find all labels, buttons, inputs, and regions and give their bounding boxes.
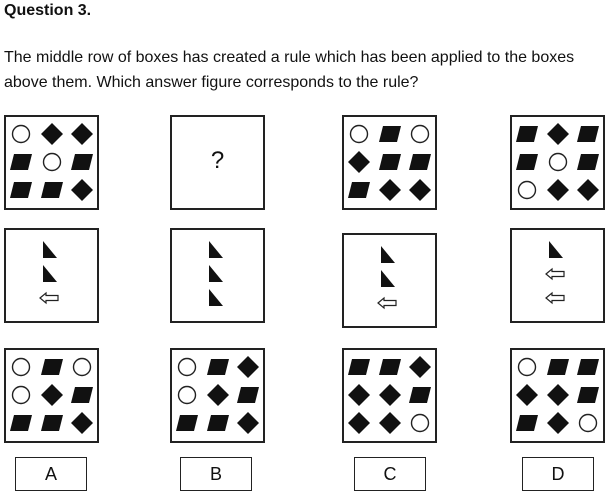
circle-icon — [548, 152, 568, 172]
square-icon — [71, 387, 93, 403]
diamond-icon — [41, 123, 63, 145]
middle-box-2 — [170, 228, 265, 323]
circle-icon — [177, 385, 197, 405]
circle-icon — [517, 180, 537, 200]
circle-icon — [11, 357, 31, 377]
square-icon — [176, 415, 198, 431]
top-box-4 — [510, 115, 605, 210]
square-icon — [10, 415, 32, 431]
diamond-icon — [547, 412, 569, 434]
diamond-icon — [348, 384, 370, 406]
square-icon — [516, 154, 538, 170]
square-icon — [379, 154, 401, 170]
option-d-label[interactable]: D — [522, 457, 594, 491]
diamond-icon — [409, 179, 431, 201]
square-icon — [409, 387, 431, 403]
diamond-icon — [547, 123, 569, 145]
square-icon — [379, 126, 401, 142]
square-icon — [237, 387, 259, 403]
question-mark: ? — [210, 147, 225, 174]
circle-icon — [517, 357, 537, 377]
middle-box-1 — [4, 228, 99, 323]
square-icon — [577, 154, 599, 170]
top-box-3 — [342, 115, 437, 210]
square-icon — [348, 359, 370, 375]
square-icon — [71, 154, 93, 170]
black-triangle-icon — [549, 241, 563, 258]
square-icon — [379, 359, 401, 375]
black-triangle-icon — [209, 241, 223, 258]
circle-icon — [72, 357, 92, 377]
circle-icon — [578, 413, 598, 433]
square-icon — [516, 126, 538, 142]
diamond-icon — [71, 179, 93, 201]
black-triangle-icon — [43, 265, 57, 282]
diamond-icon — [379, 412, 401, 434]
diamond-icon — [348, 151, 370, 173]
square-icon — [10, 182, 32, 198]
diamond-icon — [547, 179, 569, 201]
option-a-figure[interactable] — [4, 348, 99, 443]
diamond-icon — [409, 356, 431, 378]
square-icon — [577, 359, 599, 375]
circle-icon — [42, 152, 62, 172]
diamond-icon — [71, 412, 93, 434]
circle-icon — [349, 124, 369, 144]
option-d-figure[interactable] — [510, 348, 605, 443]
square-icon — [41, 359, 63, 375]
square-icon — [348, 182, 370, 198]
left-arrow-icon — [545, 291, 565, 305]
black-triangle-icon — [43, 241, 57, 258]
circle-icon — [410, 413, 430, 433]
diamond-icon — [207, 384, 229, 406]
question-title: Question 3. — [4, 2, 92, 19]
black-triangle-icon — [381, 270, 395, 287]
circle-icon — [11, 124, 31, 144]
diamond-icon — [237, 356, 259, 378]
option-b-figure[interactable] — [170, 348, 265, 443]
middle-box-3 — [342, 233, 437, 328]
diamond-icon — [547, 384, 569, 406]
diamond-icon — [516, 384, 538, 406]
top-box-2-unknown: ? — [170, 115, 265, 210]
option-c-figure[interactable] — [342, 348, 437, 443]
square-icon — [10, 154, 32, 170]
top-box-1 — [4, 115, 99, 210]
square-icon — [41, 415, 63, 431]
left-arrow-icon — [377, 296, 397, 310]
square-icon — [409, 154, 431, 170]
circle-icon — [11, 385, 31, 405]
diamond-icon — [348, 412, 370, 434]
square-icon — [577, 387, 599, 403]
left-arrow-icon — [39, 291, 59, 305]
option-c-label[interactable]: C — [354, 457, 426, 491]
middle-box-4 — [510, 228, 605, 323]
diamond-icon — [237, 412, 259, 434]
diamond-icon — [71, 123, 93, 145]
square-icon — [41, 182, 63, 198]
diamond-icon — [577, 179, 599, 201]
square-icon — [577, 126, 599, 142]
diamond-icon — [379, 179, 401, 201]
black-triangle-icon — [209, 265, 223, 282]
square-icon — [516, 415, 538, 431]
circle-icon — [410, 124, 430, 144]
black-triangle-icon — [209, 289, 223, 306]
black-triangle-icon — [381, 246, 395, 263]
diamond-icon — [41, 384, 63, 406]
square-icon — [547, 359, 569, 375]
square-icon — [207, 415, 229, 431]
left-arrow-icon — [545, 267, 565, 281]
option-b-label[interactable]: B — [180, 457, 252, 491]
square-icon — [207, 359, 229, 375]
diamond-icon — [379, 384, 401, 406]
question-prompt: The middle row of boxes has created a ru… — [4, 49, 575, 91]
option-a-label[interactable]: A — [15, 457, 87, 491]
circle-icon — [177, 357, 197, 377]
